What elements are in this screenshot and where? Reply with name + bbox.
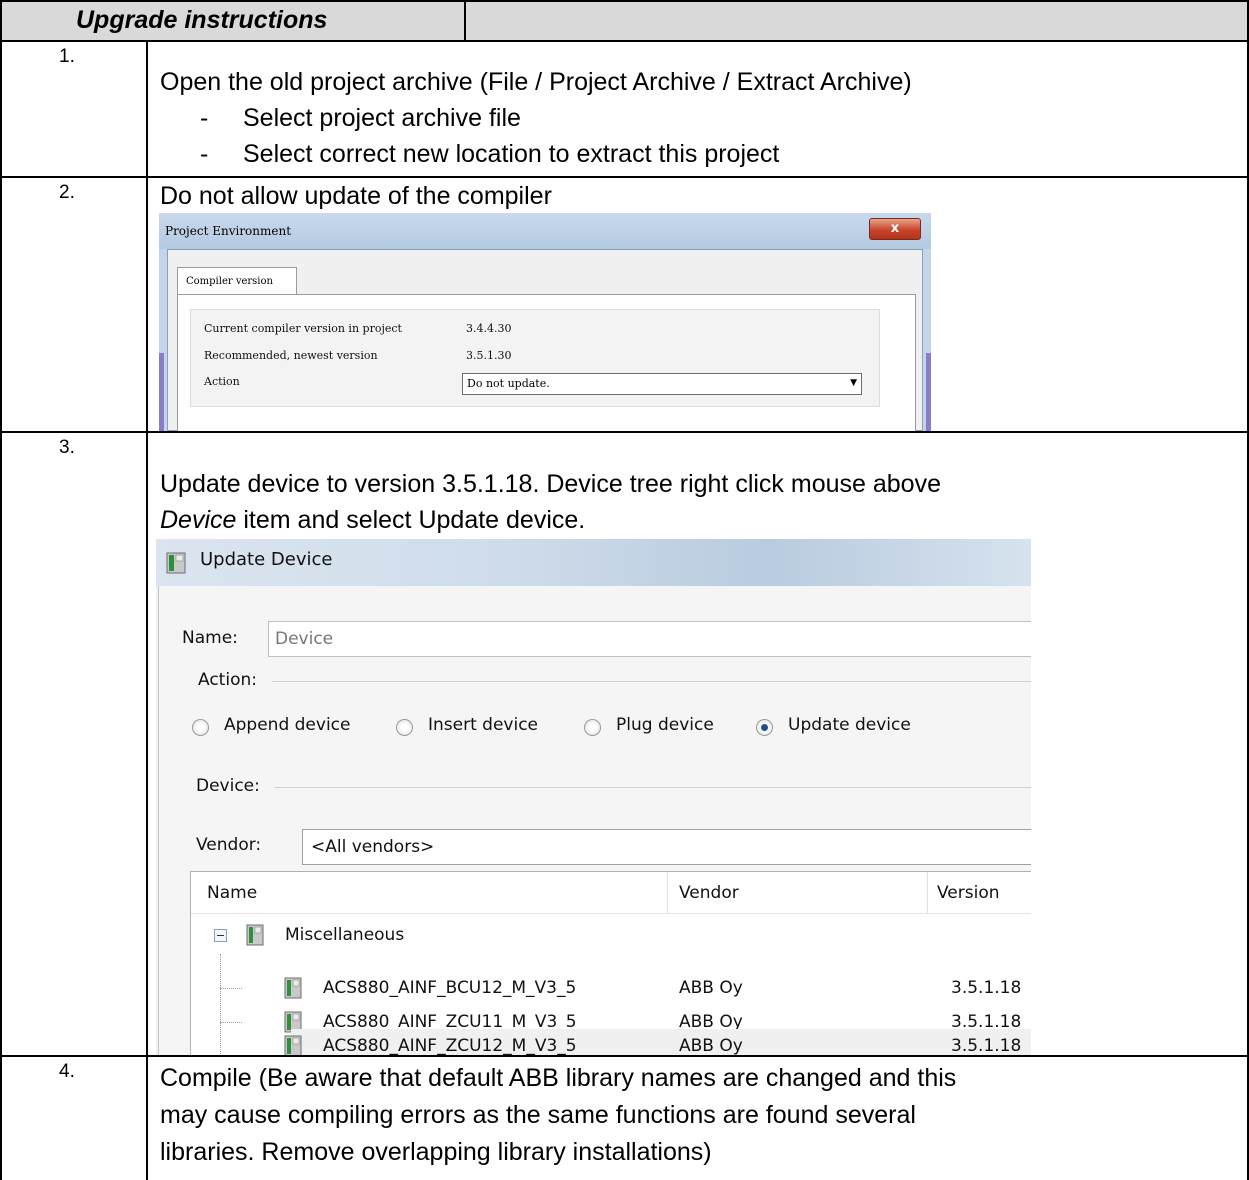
action-dropdown[interactable]: Do not update. ▼: [462, 373, 862, 395]
name-field[interactable]: Device: [268, 621, 1031, 657]
step-text: may cause compiling errors as the same f…: [160, 1101, 916, 1129]
dialog-title: Update Device: [200, 549, 333, 570]
step-text: Device item and select Update device.: [160, 506, 585, 535]
plug-device-label: Plug device: [616, 715, 714, 735]
device-icon: [284, 977, 302, 999]
dialog-titlebar: Update Device: [156, 539, 1031, 586]
recommended-version-label: Recommended, newest version: [204, 349, 378, 362]
border-left: [0, 0, 2, 1180]
bullet-text: Select project archive file: [243, 104, 521, 132]
insert-device-label: Insert device: [428, 715, 539, 735]
step-number: 3.: [59, 437, 75, 458]
action-label: Action: [204, 375, 240, 388]
folder-device-icon: [246, 924, 264, 946]
device-name: ACS880_AINF_BCU12_M_V3_5: [323, 978, 577, 998]
number-column-divider: [146, 41, 148, 1180]
row-divider: [0, 1055, 1249, 1057]
device-vendor: ABB Oy: [679, 978, 743, 998]
column-header-vendor[interactable]: Vendor: [679, 883, 739, 903]
append-device-label: Append device: [224, 715, 351, 735]
current-version-label: Current compiler version in project: [204, 322, 402, 335]
collapse-icon[interactable]: [214, 929, 227, 942]
step-text-rest: item and select Update device.: [236, 506, 586, 534]
tree-line: [220, 954, 221, 1055]
step-text: Compile (Be aware that default ABB libra…: [160, 1064, 957, 1092]
step-number: 1.: [59, 46, 75, 67]
recommended-version-value: 3.5.1.30: [466, 349, 512, 362]
insert-device-radio[interactable]: [396, 719, 413, 736]
vendor-label: Vendor:: [196, 835, 262, 855]
device-vendor: ABB Oy: [679, 1036, 743, 1055]
step-number: 4.: [59, 1061, 75, 1082]
device-version: 3.5.1.18: [951, 978, 1022, 998]
tree-line: [220, 988, 242, 989]
bullet-marker: -: [200, 104, 209, 132]
chevron-down-icon: ▼: [850, 378, 857, 388]
dialog-body: Compiler version Current compiler versio…: [167, 249, 923, 431]
step-text: libraries. Remove overlapping library in…: [160, 1138, 712, 1166]
row-divider: [0, 431, 1249, 433]
header-divider: [464, 0, 466, 41]
device-icon: [284, 1035, 302, 1055]
device-group-label: Device:: [196, 776, 260, 796]
append-device-radio[interactable]: [192, 719, 209, 736]
group-separator: [274, 787, 1031, 788]
update-device-label: Update device: [788, 715, 911, 735]
device-name: ACS880_AINF_ZCU12_M_V3_5: [323, 1036, 577, 1055]
action-group-label: Action:: [198, 670, 257, 690]
column-header-version[interactable]: Version: [937, 883, 1000, 903]
current-version-value: 3.4.4.30: [466, 322, 512, 335]
dialog-titlebar: Project Environment x: [159, 213, 931, 249]
update-device-radio[interactable]: [756, 719, 773, 736]
bullet-text: Select correct new location to extract t…: [243, 140, 780, 168]
group-separator: [272, 681, 1031, 682]
step-text: Open the old project archive (File / Pro…: [160, 68, 912, 96]
name-label: Name:: [182, 628, 238, 648]
column-separator: [927, 872, 928, 914]
window-edge-right: [926, 353, 931, 431]
row-divider: [0, 40, 1249, 42]
action-dropdown-value: Do not update.: [467, 377, 550, 390]
device-list[interactable]: Name Vendor Version Miscellaneous ACS880…: [190, 871, 1031, 1055]
step-text: Do not allow update of the compiler: [160, 182, 552, 210]
plug-device-radio[interactable]: [584, 719, 601, 736]
border-top: [0, 0, 1249, 2]
tree-line: [220, 1022, 242, 1023]
device-version: 3.5.1.18: [951, 1036, 1022, 1055]
update-device-dialog: Update Device Name: Device Action: Appen…: [156, 539, 1031, 1055]
dialog-title: Project Environment: [165, 224, 292, 238]
column-separator: [667, 872, 668, 914]
device-icon: [166, 552, 186, 574]
row-divider: [0, 176, 1249, 178]
table-title: Upgrade instructions: [76, 6, 328, 34]
project-environment-dialog: Project Environment x Compiler version C…: [159, 213, 931, 431]
vendor-dropdown[interactable]: <All vendors>: [302, 829, 1031, 865]
close-button[interactable]: x: [869, 218, 921, 240]
device-emphasis: Device: [160, 506, 237, 534]
device-list-header: Name Vendor Version: [191, 872, 1031, 914]
bullet-marker: -: [200, 140, 209, 168]
column-header-name[interactable]: Name: [207, 883, 257, 903]
tab-compiler-version[interactable]: Compiler version: [177, 267, 297, 295]
step-text: Update device to version 3.5.1.18. Devic…: [160, 470, 941, 498]
tree-group-miscellaneous[interactable]: Miscellaneous: [285, 925, 404, 945]
tab-panel: Current compiler version in project 3.4.…: [177, 294, 916, 431]
step-number: 2.: [59, 182, 75, 203]
window-edge-left: [159, 353, 164, 431]
